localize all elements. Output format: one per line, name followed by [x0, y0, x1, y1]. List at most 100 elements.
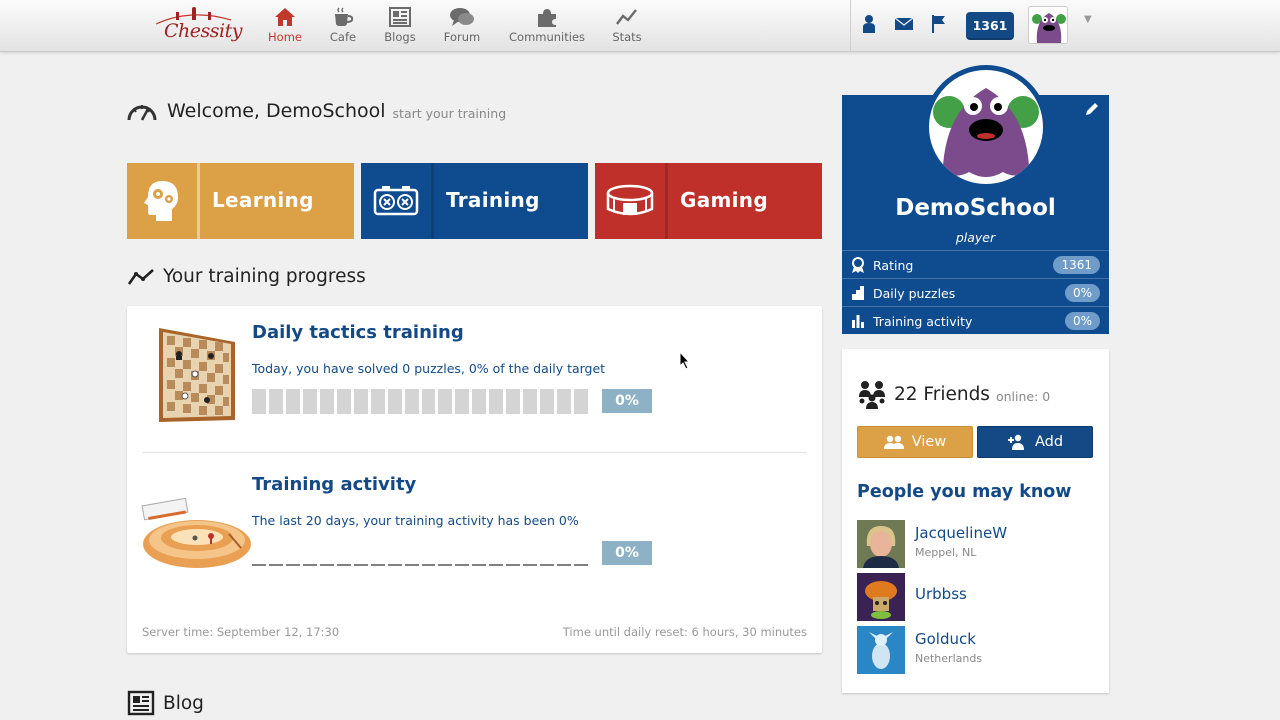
daily-reset-time: Time until daily reset: 6 hours, 30 minu…	[562, 625, 807, 639]
user-avatar[interactable]	[1028, 6, 1068, 44]
friends-online-count: online: 0	[995, 388, 1051, 404]
gaming-tile[interactable]: Gaming	[595, 163, 822, 239]
profile-stat-daily-puzzles[interactable]: Daily puzzles 0%	[842, 278, 1109, 306]
view-button-label: View	[911, 434, 947, 450]
mouse-cursor-icon	[679, 351, 691, 370]
progress-section-header: Your training progress	[127, 266, 366, 287]
person-avatar	[857, 626, 905, 674]
progress-segment	[472, 389, 487, 414]
blog-section-title: Blog	[163, 692, 204, 714]
nav-stats[interactable]: Stats	[610, 6, 644, 44]
nav-blogs-label: Blogs	[384, 30, 416, 44]
activity-day-segment	[506, 564, 521, 566]
card-divider	[142, 452, 807, 453]
add-user-icon	[1007, 434, 1024, 450]
purple-monster-avatar-icon	[1032, 13, 1066, 43]
head-gears-icon	[144, 181, 178, 221]
person-location: Meppel, NL	[915, 546, 977, 559]
line-chart-icon	[616, 9, 637, 25]
nav-communities-label: Communities	[509, 30, 586, 44]
activity-day-segment	[302, 564, 317, 566]
progress-segment	[540, 389, 555, 414]
progress-segment	[404, 389, 419, 414]
group-icon	[883, 435, 904, 449]
activity-day-segment	[421, 564, 436, 566]
gaming-tile-label: Gaming	[680, 188, 768, 212]
people-you-may-know-title: People you may know	[857, 482, 1072, 502]
welcome-title: Welcome, DemoSchool	[167, 100, 386, 122]
golduck-avatar-icon	[857, 626, 905, 674]
daily-tactics-description: Today, you have solved 0 puzzles, 0% of …	[252, 361, 606, 376]
progress-segment	[421, 389, 436, 414]
mail-icon[interactable]	[894, 17, 914, 31]
person-name[interactable]: JacquelineW	[915, 524, 1007, 542]
activity-day-segment	[252, 564, 266, 566]
profile-stat-training-activity[interactable]: Training activity 0%	[842, 306, 1109, 334]
profile-stat-rating[interactable]: Rating 1361	[842, 250, 1109, 278]
suggested-person[interactable]: JacquelineW Meppel, NL	[857, 520, 1097, 568]
nav-forum[interactable]: Forum	[443, 6, 481, 44]
person-icon[interactable]	[861, 14, 877, 34]
welcome-subtitle: start your training	[392, 105, 507, 121]
nav-cafe[interactable]: Cafe	[326, 6, 360, 44]
home-icon	[275, 8, 295, 26]
learning-tile[interactable]: Learning	[127, 163, 354, 239]
progress-segment	[455, 389, 470, 414]
newspaper-icon	[389, 7, 411, 27]
chess-clock-icon	[373, 186, 419, 216]
flag-icon[interactable]	[931, 15, 947, 33]
add-friend-button[interactable]: Add	[977, 426, 1093, 458]
nav-cafe-label: Cafe	[329, 30, 357, 44]
nav-communities[interactable]: Communities	[509, 6, 585, 44]
daily-percent-badge: 0%	[602, 389, 652, 413]
server-time: Server time: September 12, 17:30	[142, 625, 340, 639]
activity-day-segment	[285, 564, 300, 566]
profile-avatar[interactable]	[924, 65, 1048, 189]
progress-segment	[557, 389, 572, 414]
chessity-logo[interactable]: Chessity	[146, 6, 242, 46]
chevron-down-icon[interactable]: ▼	[1084, 14, 1092, 25]
activity-day-segment	[438, 564, 453, 566]
training-progress-card: Daily tactics training Today, you have s…	[127, 306, 822, 653]
nav-blogs[interactable]: Blogs	[382, 6, 418, 44]
progress-segment	[506, 389, 521, 414]
activity-progress-bar	[252, 541, 589, 566]
activity-day-segment	[574, 564, 589, 566]
activity-day-segment	[455, 564, 470, 566]
brand-name: Chessity	[164, 20, 242, 42]
activity-day-segment	[319, 564, 334, 566]
training-tile[interactable]: Training	[361, 163, 588, 239]
nav-forum-label: Forum	[443, 30, 481, 44]
progress-segment	[252, 389, 266, 414]
pencil-edit-icon[interactable]	[1084, 101, 1100, 117]
top-navigation-bar: Chessity Home Cafe Blogs Forum Communiti…	[0, 0, 1280, 52]
chessboard-illustration-icon	[159, 328, 235, 422]
progress-segment	[523, 389, 538, 414]
nav-home[interactable]: Home	[266, 6, 304, 44]
friends-count[interactable]: 22 Friends	[894, 384, 990, 405]
race-track-illustration-icon	[141, 498, 251, 568]
profile-stat-label: Training activity	[873, 314, 973, 329]
activity-day-segment	[472, 564, 487, 566]
view-friends-button[interactable]: View	[857, 426, 973, 458]
bar-chart-icon	[852, 315, 864, 328]
progress-segment	[574, 389, 589, 414]
person-name[interactable]: Urbbss	[915, 585, 967, 603]
daily-tactics-title[interactable]: Daily tactics training	[252, 322, 464, 343]
training-activity-title[interactable]: Training activity	[252, 474, 416, 495]
rating-pill[interactable]: 1361	[966, 12, 1014, 40]
rating-medal-icon	[852, 257, 864, 273]
progress-segment	[387, 389, 402, 414]
progress-segment	[336, 389, 351, 414]
suggested-person[interactable]: Urbbss	[857, 573, 1097, 621]
person-name[interactable]: Golduck	[915, 630, 976, 648]
newspaper-icon	[127, 690, 155, 716]
stadium-icon	[606, 184, 654, 216]
profile-stat-label: Daily puzzles	[873, 286, 956, 301]
progress-segment	[302, 389, 317, 414]
suggested-person[interactable]: Golduck Netherlands	[857, 626, 1097, 674]
progress-segment	[489, 389, 504, 414]
topbar-divider	[850, 0, 851, 52]
person-location: Netherlands	[915, 652, 983, 665]
progress-section-title: Your training progress	[163, 266, 366, 287]
